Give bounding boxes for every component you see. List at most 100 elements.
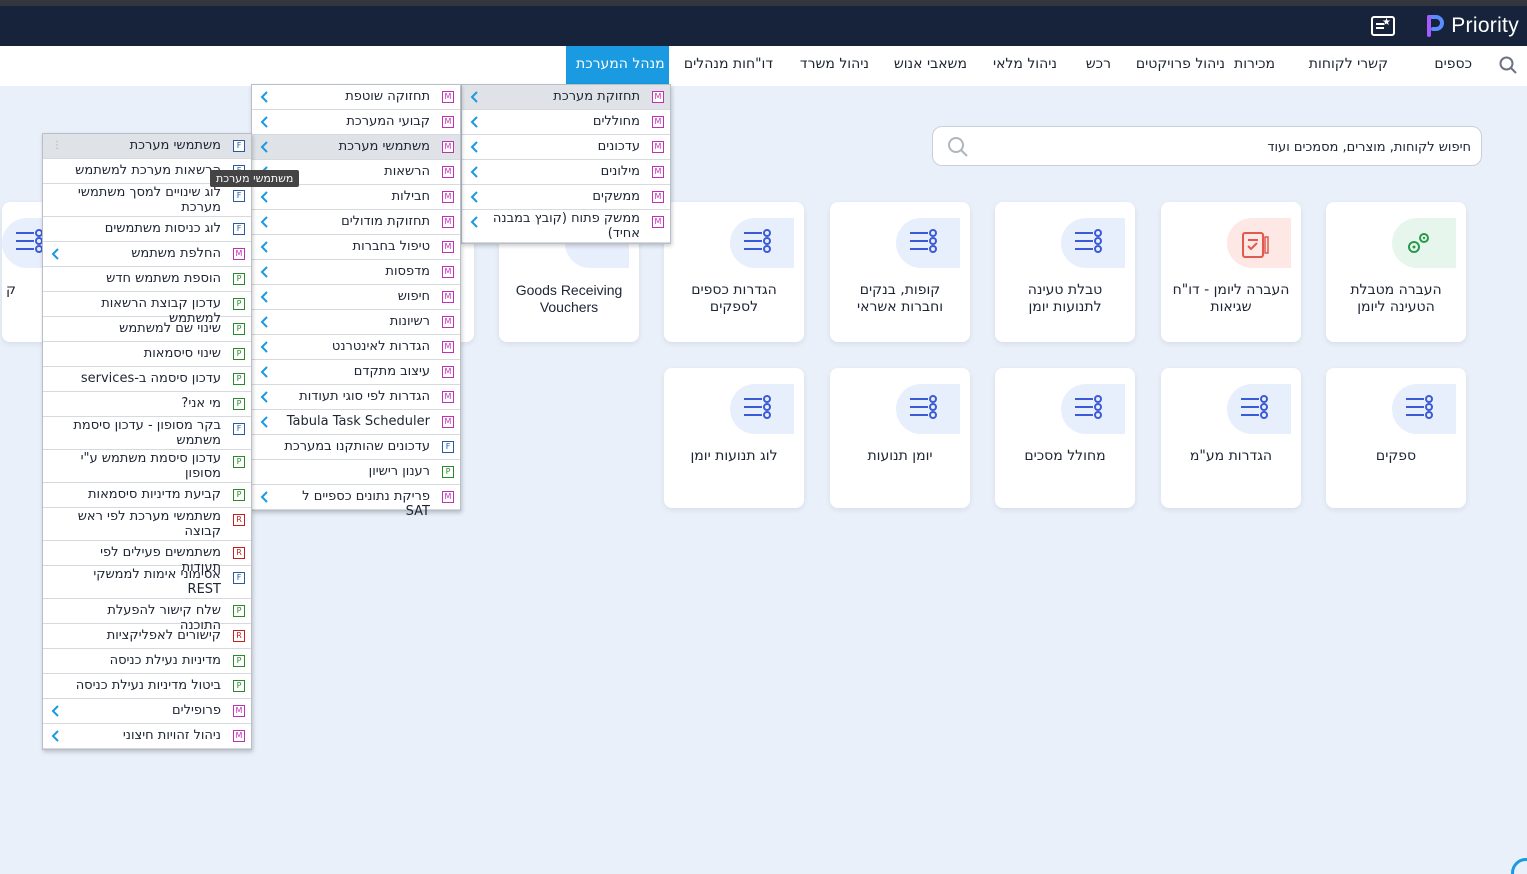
nav-item-hr[interactable]: משאבי אנוש bbox=[884, 46, 977, 86]
tile-vendors[interactable]: ספקים bbox=[1326, 368, 1466, 508]
menu3-item-2[interactable]: F לוג שינויים למסך משתמשי מערכת bbox=[43, 184, 251, 217]
menu3-item-5[interactable]: P הוספת משתמש חדש bbox=[43, 267, 251, 292]
menu3-item-12[interactable]: P עדכון סיסמת משתמש ע"י מסופון bbox=[43, 450, 251, 483]
tile-vat-settings[interactable]: הגדרות מע"מ bbox=[1161, 368, 1301, 508]
tile-journal-load-transfer[interactable]: העברה מטבלת הטעינה ליומן bbox=[1326, 202, 1466, 342]
menu2-item-15[interactable]: P רענון רישיון bbox=[252, 460, 460, 485]
menu2-item-0[interactable]: M תחזוקה שוטפת bbox=[252, 85, 460, 110]
help-widget-icon[interactable] bbox=[1511, 858, 1527, 874]
menu2-item-14[interactable]: F עדכונים שהותקנו במערכת bbox=[252, 435, 460, 460]
menu1-item-0[interactable]: M תחזוקת מערכת bbox=[462, 85, 670, 110]
id-card-icon[interactable] bbox=[1371, 16, 1395, 36]
menu3-item-9[interactable]: P עדכון סיסמה ב-services bbox=[43, 367, 251, 392]
tile-label: הגדרות מע"מ bbox=[1189, 448, 1273, 464]
tile-journal-load-table[interactable]: טבלת טעינה לתנועות יומן bbox=[995, 202, 1135, 342]
menu2-item-4[interactable]: M חבילות bbox=[252, 185, 460, 210]
menu3-item-4[interactable]: M החלפת משתמש bbox=[43, 242, 251, 267]
chevron-left-icon[interactable] bbox=[49, 704, 63, 718]
menu-item-label: הגדרות לפי סוגי תעודות bbox=[299, 389, 430, 404]
nav-item-crm[interactable]: קשרי לקוחות bbox=[1299, 46, 1398, 86]
menu2-item-16[interactable]: M פריקת נתונים כספיים ל SAT bbox=[252, 485, 460, 519]
menu3-item-7[interactable]: P שינוי שם למשתמש bbox=[43, 317, 251, 342]
menu3-item-14[interactable]: R משתמשי מערכת לפי ראש קבוצה bbox=[43, 508, 251, 541]
menu3-item-19[interactable]: P מדיניות נעילת כניסה bbox=[43, 649, 251, 674]
menu2-item-13[interactable]: M Tabula Task Scheduler bbox=[252, 410, 460, 435]
menu2-item-7[interactable]: M מדפסות bbox=[252, 260, 460, 285]
nav-item-projects[interactable]: ניהול פרויקטים bbox=[1126, 46, 1235, 86]
chevron-left-icon[interactable] bbox=[468, 140, 482, 154]
menu2-item-5[interactable]: M תחזוקת מודולים bbox=[252, 210, 460, 235]
nav-item-purchasing[interactable]: רכש bbox=[1076, 46, 1121, 86]
menu3-item-17[interactable]: P שלח קישור להפעלת התוכנה bbox=[43, 599, 251, 633]
nav-item-inventory[interactable]: ניהול מלאי bbox=[983, 46, 1067, 86]
tile-vendor-finance-settings[interactable]: הגדרות כספים לספקים bbox=[664, 202, 804, 342]
chevron-left-icon[interactable] bbox=[258, 490, 272, 504]
search-icon[interactable] bbox=[947, 136, 969, 158]
chevron-left-icon[interactable] bbox=[258, 265, 272, 279]
search-input[interactable] bbox=[991, 136, 1471, 158]
menu2-item-6[interactable]: M טיפול בחברות bbox=[252, 235, 460, 260]
chevron-left-icon[interactable] bbox=[468, 90, 482, 104]
tile-cashiers-banks[interactable]: קופות, בנקים וחברות אשראי bbox=[830, 202, 970, 342]
search-icon[interactable] bbox=[1499, 56, 1517, 74]
menu3-item-18[interactable]: R קישורים לאפליקציות bbox=[43, 624, 251, 649]
menu3-item-15[interactable]: R משתמשים פעילים לפי תעודות bbox=[43, 541, 251, 575]
menu2-item-2[interactable]: M משתמשי מערכת bbox=[252, 135, 460, 160]
menu2-item-9[interactable]: M רשיונות bbox=[252, 310, 460, 335]
chevron-left-icon[interactable] bbox=[258, 365, 272, 379]
menu3-item-21[interactable]: M פרופילים bbox=[43, 699, 251, 724]
chevron-left-icon[interactable] bbox=[258, 340, 272, 354]
menu2-item-10[interactable]: M הגדרות לאינטרנט bbox=[252, 335, 460, 360]
tile-form-generator[interactable]: מחולל מסכים bbox=[995, 368, 1135, 508]
menu-item-label: לוג כניסות משתמשים bbox=[104, 221, 221, 236]
menu2-item-8[interactable]: M חיפוש bbox=[252, 285, 460, 310]
chevron-left-icon[interactable] bbox=[468, 215, 482, 229]
menu3-item-3[interactable]: F לוג כניסות משתמשים bbox=[43, 217, 251, 242]
menu1-item-4[interactable]: M ממשקים bbox=[462, 185, 670, 210]
nav-item-system-manager[interactable]: מנהל המערכת bbox=[566, 46, 669, 86]
menu1-item-2[interactable]: M עדכונים bbox=[462, 135, 670, 160]
chevron-left-icon[interactable] bbox=[258, 90, 272, 104]
nav-item-finance[interactable]: כספים bbox=[1424, 46, 1482, 86]
chevron-left-icon[interactable] bbox=[49, 247, 63, 261]
chevron-left-icon[interactable] bbox=[468, 165, 482, 179]
chevron-left-icon[interactable] bbox=[258, 215, 272, 229]
chevron-left-icon[interactable] bbox=[258, 240, 272, 254]
menu3-item-22[interactable]: M ניהול זהויות חיצוני bbox=[43, 724, 251, 749]
chevron-left-icon[interactable] bbox=[258, 190, 272, 204]
tile-journal-entries[interactable]: יומן תנועות bbox=[830, 368, 970, 508]
menu3-item-0[interactable]: F משתמשי מערכת bbox=[43, 134, 251, 159]
chevron-left-icon[interactable] bbox=[258, 390, 272, 404]
chevron-left-icon[interactable] bbox=[468, 115, 482, 129]
menu3-item-6[interactable]: P עדכון קבוצת הרשאות למשתמש bbox=[43, 292, 251, 326]
chevron-left-icon[interactable] bbox=[258, 315, 272, 329]
menu-item-label: עדכונים bbox=[597, 139, 640, 154]
chevron-left-icon[interactable] bbox=[468, 190, 482, 204]
menu-item-label: ביטול מדיניות נעילת כניסה bbox=[75, 678, 221, 693]
list-icon bbox=[730, 384, 794, 434]
nav-item-office[interactable]: ניהול משרד bbox=[790, 46, 879, 86]
menu2-item-12[interactable]: M הגדרות לפי סוגי תעודות bbox=[252, 385, 460, 410]
menu2-item-1[interactable]: M קבועי המערכת bbox=[252, 110, 460, 135]
menu3-item-10[interactable]: P מי אני? bbox=[43, 392, 251, 417]
chevron-left-icon[interactable] bbox=[258, 115, 272, 129]
brand-logo[interactable]: Priority bbox=[1425, 13, 1519, 39]
tile-journal-log[interactable]: לוג תנועות יומן bbox=[664, 368, 804, 508]
tile-journal-error-report[interactable]: העברה ליומן - דו"ח שגיאות bbox=[1161, 202, 1301, 342]
menu1-item-1[interactable]: M מחוללים bbox=[462, 110, 670, 135]
menu3-item-13[interactable]: P קביעת מדיניות סיסמאות bbox=[43, 483, 251, 508]
drag-handle-icon[interactable]: ⋮ bbox=[52, 140, 62, 151]
menu3-item-16[interactable]: F אסימוני אימות לממשקי REST bbox=[43, 566, 251, 599]
menu1-item-3[interactable]: M מילונים bbox=[462, 160, 670, 185]
menu1-item-5[interactable]: M ממשק פתוח (קובץ במבנה אחיד) bbox=[462, 210, 670, 243]
menu3-item-20[interactable]: P ביטול מדיניות נעילת כניסה bbox=[43, 674, 251, 699]
menu3-item-11[interactable]: F בקר מסופון - עדכון סיסמת משתמש bbox=[43, 417, 251, 450]
menu3-item-8[interactable]: P שינוי סיסמאות bbox=[43, 342, 251, 367]
chevron-left-icon[interactable] bbox=[258, 290, 272, 304]
menu2-item-11[interactable]: M עיצוב מתקדם bbox=[252, 360, 460, 385]
chevron-left-icon[interactable] bbox=[49, 729, 63, 743]
chevron-left-icon[interactable] bbox=[258, 415, 272, 429]
chevron-left-icon[interactable] bbox=[258, 140, 272, 154]
nav-item-management-reports[interactable]: דו"חות מנהלים bbox=[674, 46, 783, 86]
tile-label: הגדרות כספים לספקים bbox=[691, 282, 777, 315]
